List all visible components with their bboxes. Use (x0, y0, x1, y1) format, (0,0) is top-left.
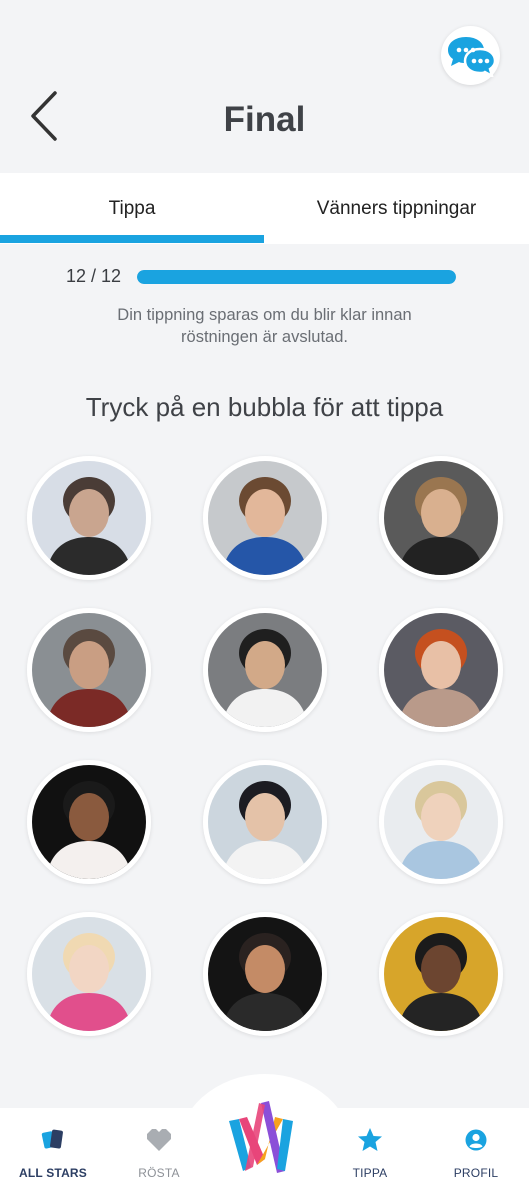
contestant-photo (208, 765, 322, 879)
nav-rosta[interactable]: RÖSTA (109, 1120, 209, 1190)
contestant-bubble-8[interactable] (203, 760, 327, 884)
melodifestivalen-logo[interactable] (225, 1097, 303, 1177)
nav-profil[interactable]: PROFIL (426, 1120, 526, 1190)
save-hint-line-2: röstningen är avslutad. (181, 328, 348, 346)
contestant-photo (32, 461, 146, 575)
top-header: Final (0, 0, 529, 172)
contestant-bubble-6[interactable] (379, 608, 503, 732)
nav-all-stars[interactable]: ALL STARS (3, 1120, 103, 1190)
contestant-photo (384, 765, 498, 879)
contestant-bubble-10[interactable] (27, 912, 151, 1036)
contestant-photo (32, 613, 146, 727)
contestant-photo (32, 917, 146, 1031)
save-hint-line-1: Din tippning sparas om du blir klar inna… (117, 306, 412, 324)
nav-all-stars-label: ALL STARS (18, 1166, 88, 1180)
contestant-photo (384, 461, 498, 575)
nav-tippa[interactable]: TIPPA (320, 1120, 420, 1190)
tab-friends-predictions[interactable]: Vänners tippningar (264, 173, 529, 244)
contestant-bubble-5[interactable] (203, 608, 327, 732)
progress-count: 12 / 12 (66, 266, 122, 286)
contestant-bubble-3[interactable] (379, 456, 503, 580)
heart-icon (145, 1126, 173, 1154)
profile-icon (462, 1126, 490, 1154)
contestant-photo (208, 917, 322, 1031)
contestant-photo (384, 613, 498, 727)
nav-tippa-label: TIPPA (352, 1166, 388, 1180)
contestant-bubble-1[interactable] (27, 456, 151, 580)
progress-bar-fill (137, 270, 456, 284)
chat-button[interactable] (441, 26, 500, 85)
section-title: Tryck på en bubbla för att tippa (85, 392, 444, 422)
nav-rosta-label: RÖSTA (138, 1166, 180, 1180)
nav-profil-label: PROFIL (453, 1166, 499, 1180)
tab-tippa[interactable]: Tippa (0, 173, 264, 244)
contestant-bubble-11[interactable] (203, 912, 327, 1036)
cards-icon (39, 1126, 67, 1154)
tab-bar: Tippa Vänners tippningar (0, 173, 529, 244)
contestant-photo (208, 461, 322, 575)
page-title: Final (223, 100, 306, 139)
save-hint: Din tippning sparas om du blir klar inna… (40, 304, 489, 348)
star-icon (356, 1126, 384, 1154)
contestant-bubble-9[interactable] (379, 760, 503, 884)
chat-bubbles-icon (447, 36, 496, 77)
contestant-bubble-4[interactable] (27, 608, 151, 732)
contestant-bubble-7[interactable] (27, 760, 151, 884)
active-tab-indicator (0, 235, 264, 243)
contestant-bubble-12[interactable] (379, 912, 503, 1036)
contestant-photo (208, 613, 322, 727)
contestant-bubble-2[interactable] (203, 456, 327, 580)
contestant-photo (32, 765, 146, 879)
contestant-photo (384, 917, 498, 1031)
progress-bar (137, 270, 456, 284)
